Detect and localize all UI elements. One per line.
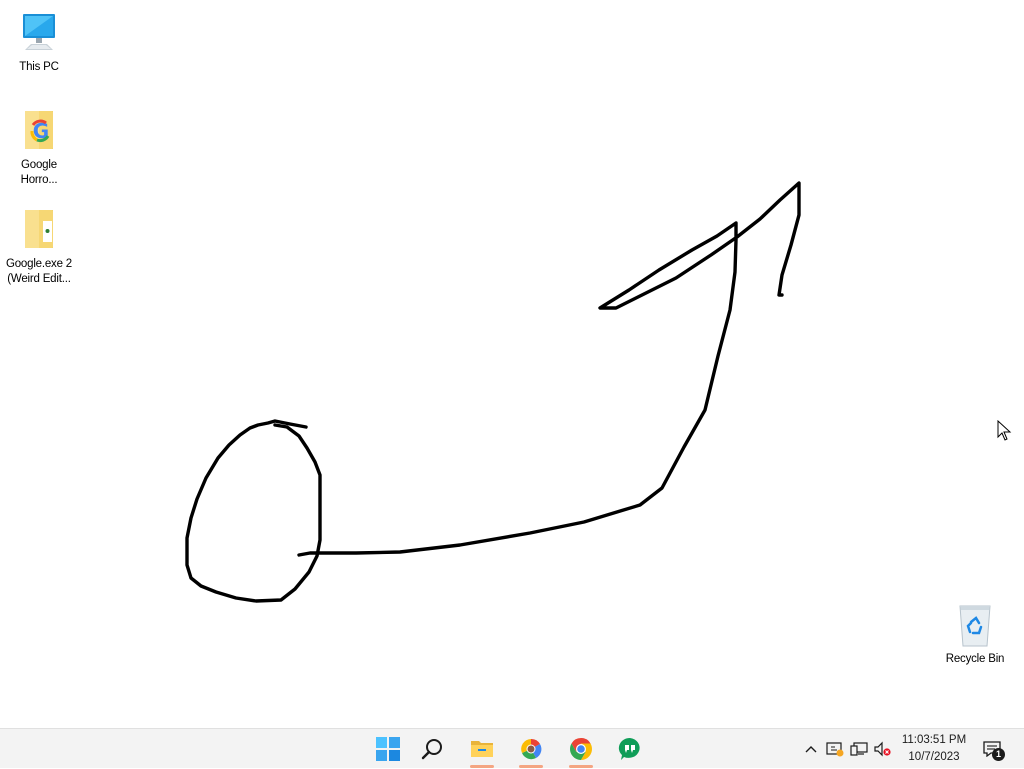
desktop-icon-this-pc[interactable]: This PC bbox=[1, 10, 77, 75]
chat-app-icon bbox=[618, 737, 640, 760]
drawing-tail-stroke bbox=[297, 181, 801, 557]
desktop-icon-label: Recycle Bin bbox=[945, 653, 1005, 665]
folder-icon bbox=[15, 207, 63, 255]
taskbar-clock[interactable]: 11:03:51 PM 10/7/2023 bbox=[894, 731, 974, 767]
security-alert-icon bbox=[826, 742, 844, 757]
clock-time: 11:03:51 PM bbox=[901, 734, 967, 746]
security-tray-button[interactable] bbox=[824, 729, 846, 769]
computer-icon bbox=[15, 10, 63, 58]
desktop-icon-google-horror-folder[interactable]: G Google Horro... bbox=[1, 108, 77, 188]
drawing-loop-stroke bbox=[185, 419, 322, 603]
freehand-drawing bbox=[185, 181, 801, 603]
windows-start-icon bbox=[376, 737, 400, 761]
volume-tray-button[interactable] bbox=[871, 729, 893, 769]
network-icon bbox=[850, 742, 868, 756]
desktop-icon-google-exe-folder[interactable]: Google.exe 2 (Weird Edit... bbox=[1, 207, 77, 287]
search-button[interactable] bbox=[411, 729, 453, 769]
mouse-cursor-icon bbox=[997, 420, 1012, 441]
desktop-icon-label: Google.exe 2 (Weird Edit... bbox=[5, 258, 72, 285]
chrome-button[interactable] bbox=[560, 729, 602, 769]
notification-center-button[interactable]: 1 bbox=[980, 729, 1005, 769]
chevron-up-icon bbox=[805, 746, 817, 753]
network-tray-button[interactable] bbox=[848, 729, 870, 769]
chrome-icon bbox=[570, 738, 592, 760]
clock-date: 10/7/2023 bbox=[908, 751, 960, 763]
recycle-bin-icon bbox=[951, 602, 999, 650]
search-icon bbox=[421, 739, 442, 760]
folder-google-icon: G bbox=[15, 108, 63, 156]
desktop-icon-label: Google Horro... bbox=[20, 159, 58, 186]
volume-muted-icon bbox=[874, 741, 891, 757]
chat-app-button[interactable] bbox=[609, 729, 651, 769]
show-hidden-icons-button[interactable] bbox=[802, 729, 820, 769]
desktop-icon-label: This PC bbox=[19, 61, 59, 73]
desktop-icon-recycle-bin[interactable]: Recycle Bin bbox=[937, 602, 1013, 667]
file-explorer-button[interactable] bbox=[461, 729, 503, 769]
file-explorer-icon bbox=[471, 741, 493, 757]
taskbar: 11:03:51 PM 10/7/2023 1 bbox=[0, 728, 1024, 768]
google-app-icon bbox=[521, 738, 542, 760]
desktop[interactable]: This PC G Google Horro... Google.exe 2 (… bbox=[0, 0, 1024, 728]
start-button[interactable] bbox=[367, 729, 409, 769]
notification-count-badge: 1 bbox=[992, 748, 1005, 761]
google-app-button[interactable] bbox=[510, 729, 552, 769]
